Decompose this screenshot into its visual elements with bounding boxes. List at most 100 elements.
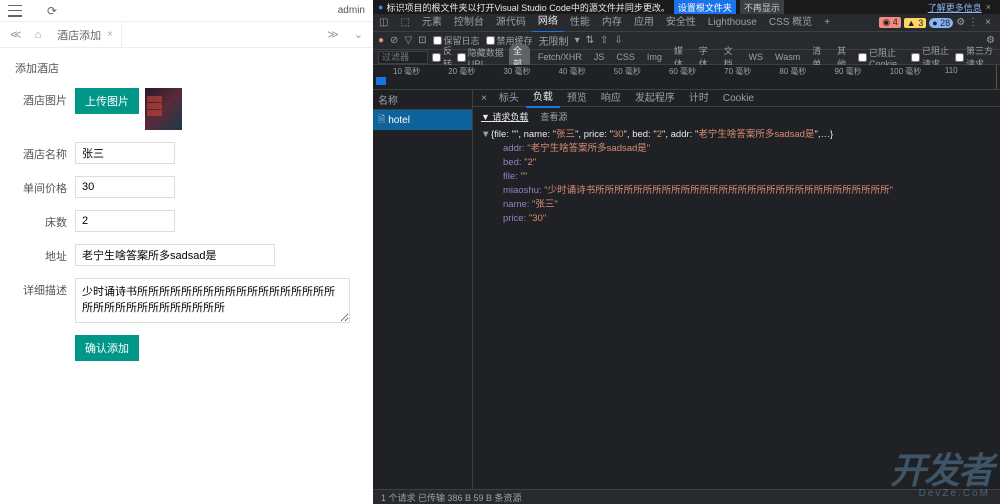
type-ws[interactable]: WS [745, 52, 768, 62]
throttle-select[interactable]: 无限制 [539, 33, 569, 48]
label-image: 酒店图片 [15, 88, 75, 108]
tab-bar: ≪ ⌂ 酒店添加 × ≫ ⌄ [0, 22, 373, 48]
menu-icon[interactable] [8, 5, 22, 17]
more-icon[interactable]: ⋮ [968, 17, 978, 28]
tab-memory[interactable]: 内存 [596, 14, 628, 32]
error-badge[interactable]: ◉ 4 [879, 17, 900, 28]
info-icon: ● [378, 2, 383, 12]
tl-90: 90 毫秒 [835, 66, 890, 77]
json-miaoshu[interactable]: miaoshu: "少时诵诗书所所所所所所所所所所所所所所所所所所所所所所所所所… [481, 184, 992, 198]
home-icon[interactable]: ⌂ [27, 29, 50, 41]
devtools-panel: ● 标识项目的根文件夹以打开Visual Studio Code中的源文件并同步… [373, 0, 1000, 504]
json-price[interactable]: price: "30" [481, 212, 992, 226]
more-icon[interactable]: + [818, 14, 836, 32]
tab-elements[interactable]: 元素 [416, 14, 448, 32]
user-label[interactable]: admin [338, 5, 365, 16]
label-price: 单间价格 [15, 176, 75, 196]
nav-fwd-icon[interactable]: ≫ [322, 28, 344, 41]
dtab-payload[interactable]: 负载 [526, 89, 560, 108]
tab-lighthouse[interactable]: Lighthouse [702, 14, 763, 32]
payload-nav: ▼ 请求负载 查看源 [473, 107, 1000, 126]
set-root-button[interactable]: 设置根文件夹 [674, 0, 736, 15]
tab-performance[interactable]: 性能 [564, 14, 596, 32]
timeline-bar [376, 77, 386, 85]
json-name[interactable]: name: "张三" [481, 198, 992, 212]
top-bar: ⟳ admin [0, 0, 373, 22]
status-bar: 1 个请求 已传输 386 B 59 B 条资源 [373, 489, 1000, 504]
close-detail-icon[interactable]: × [476, 93, 492, 104]
type-js[interactable]: JS [590, 52, 609, 62]
type-img[interactable]: Img [643, 52, 666, 62]
desc-input[interactable]: 少时诵诗书所所所所所所所所所所所所所所所所所所所所所所所所所所所所所所所 [75, 278, 350, 323]
chevron-down-icon[interactable]: ▾ [575, 35, 580, 46]
timeline[interactable]: 10 毫秒 20 毫秒 30 毫秒 40 毫秒 50 毫秒 60 毫秒 70 毫… [373, 65, 1000, 90]
dtab-preview[interactable]: 预览 [560, 90, 594, 107]
json-bed[interactable]: bed: "2" [481, 156, 992, 170]
addr-input[interactable] [75, 244, 275, 266]
close-icon[interactable]: × [107, 29, 113, 40]
request-row[interactable]: 🗎 hotel [373, 110, 472, 130]
refresh-icon[interactable]: ⟳ [47, 4, 57, 18]
payload-source[interactable]: 查看源 [540, 110, 567, 123]
download-icon[interactable]: ⇩ [614, 35, 622, 46]
device-icon[interactable]: ⬚ [394, 14, 415, 32]
warn-badge[interactable]: ▲ 3 [904, 18, 926, 28]
json-view[interactable]: ▼{file: "", name: "张三", price: "30", bed… [473, 126, 1000, 228]
dtab-response[interactable]: 响应 [594, 90, 628, 107]
close-icon[interactable]: × [982, 2, 995, 12]
type-css[interactable]: CSS [612, 52, 639, 62]
upload-button[interactable]: 上传图片 [75, 88, 139, 114]
price-input[interactable] [75, 176, 175, 198]
type-xhr[interactable]: Fetch/XHR [534, 52, 586, 62]
filter-icon[interactable]: ▽ [404, 35, 412, 46]
clear-icon[interactable]: ⊘ [390, 35, 398, 46]
bed-input[interactable] [75, 210, 175, 232]
dropdown-icon[interactable]: ⌄ [349, 28, 368, 41]
tl-50: 50 毫秒 [614, 66, 669, 77]
request-list: 名称 🗎 hotel [373, 90, 473, 489]
tab-css[interactable]: CSS 概览 [763, 14, 818, 32]
tl-40: 40 毫秒 [559, 66, 614, 77]
page-title: 添加酒店 [15, 60, 358, 76]
dtab-timing[interactable]: 计时 [682, 90, 716, 107]
image-preview[interactable] [145, 88, 182, 130]
dtab-initiator[interactable]: 发起程序 [628, 90, 682, 107]
detail-pane: × 标头 负载 预览 响应 发起程序 计时 Cookie ▼ 请求负载 查看源 … [473, 90, 1000, 489]
form-content: 添加酒店 酒店图片 上传图片 酒店名称 单间价格 床数 地址 详细描述 少时诵诗… [0, 48, 373, 504]
learn-more-link[interactable]: 了解更多信息 [928, 1, 982, 14]
type-wasm[interactable]: Wasm [771, 52, 804, 62]
tab-hotel-add[interactable]: 酒店添加 × [49, 23, 122, 47]
upload-icon[interactable]: ⇧ [600, 35, 608, 46]
payload-request[interactable]: ▼ 请求负载 [481, 110, 528, 123]
name-input[interactable] [75, 142, 175, 164]
timeline-marker[interactable] [996, 65, 997, 89]
nav-back-icon[interactable]: ≪ [5, 28, 27, 41]
search-icon[interactable]: ⊡ [418, 35, 426, 46]
json-addr[interactable]: addr: "老宁生啥答案所多sadsad是" [481, 142, 992, 156]
record-icon[interactable]: ● [378, 35, 384, 46]
devtools-tabs: ◫ ⬚ 元素 控制台 源代码 网络 性能 内存 应用 安全性 Lighthous… [373, 14, 1000, 32]
detail-tabs: × 标头 负载 预览 响应 发起程序 计时 Cookie [473, 90, 1000, 107]
tab-security[interactable]: 安全性 [660, 14, 702, 32]
submit-button[interactable]: 确认添加 [75, 335, 139, 361]
dtab-headers[interactable]: 标头 [492, 90, 526, 107]
close-devtools-icon[interactable]: × [981, 17, 995, 28]
tab-sources[interactable]: 源代码 [490, 14, 532, 32]
tab-console[interactable]: 控制台 [448, 14, 490, 32]
file-icon: 🗎 [378, 112, 385, 128]
filter-input[interactable] [378, 51, 428, 64]
dtab-cookie[interactable]: Cookie [716, 90, 761, 107]
dismiss-button[interactable]: 不再显示 [740, 0, 784, 15]
app-panel: ⟳ admin ≪ ⌂ 酒店添加 × ≫ ⌄ 添加酒店 酒店图片 上传图片 酒店… [0, 0, 373, 504]
tab-network[interactable]: 网络 [532, 13, 564, 33]
info-badge[interactable]: ● 28 [929, 18, 953, 28]
label-name: 酒店名称 [15, 142, 75, 162]
inspect-icon[interactable]: ◫ [373, 14, 394, 32]
column-name[interactable]: 名称 [373, 90, 472, 110]
json-file[interactable]: file: "" [481, 170, 992, 184]
tab-application[interactable]: 应用 [628, 14, 660, 32]
tl-30: 30 毫秒 [503, 66, 558, 77]
wifi-icon[interactable]: ⇅ [586, 35, 594, 46]
gear-icon[interactable]: ⚙ [956, 17, 965, 28]
json-summary[interactable]: ▼{file: "", name: "张三", price: "30", bed… [481, 128, 992, 142]
